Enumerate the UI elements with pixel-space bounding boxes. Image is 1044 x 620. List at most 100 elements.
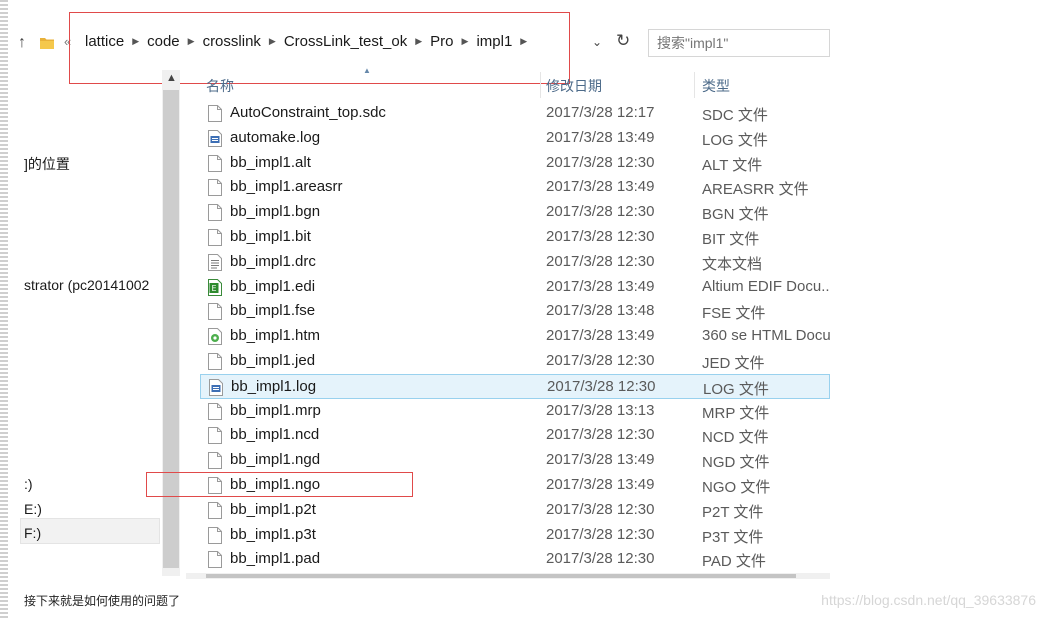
blank-file-icon-graphic xyxy=(208,427,222,445)
file-row[interactable]: bb_impl1.htm 2017/3/28 13:49 360 se HTML D… xyxy=(200,324,830,349)
file-type: AREASRR 文件 xyxy=(702,181,809,199)
up-arrow-icon[interactable]: ↑ xyxy=(18,34,26,52)
text-file-icon xyxy=(208,253,222,271)
blank-file-icon xyxy=(208,204,222,222)
nav-item[interactable]: :) xyxy=(24,476,33,492)
log-file-icon xyxy=(209,378,223,396)
blank-file-icon xyxy=(208,303,222,321)
blank-file-icon-graphic xyxy=(208,105,222,122)
horizontal-scrollbar[interactable] xyxy=(186,573,830,579)
edif-file-icon: E xyxy=(208,278,222,296)
blank-file-icon xyxy=(208,452,222,470)
scroll-up-icon[interactable]: ▲ xyxy=(166,72,177,84)
log-file-icon xyxy=(208,129,222,147)
nav-scrollbar[interactable]: ▲ xyxy=(162,70,180,576)
column-divider[interactable] xyxy=(694,72,695,98)
file-row[interactable]: bb_impl1.p2t 2017/3/28 12:30 P2T 文件 xyxy=(200,498,830,523)
blank-file-icon xyxy=(208,179,222,197)
file-row[interactable]: bb_impl1.alt 2017/3/28 12:30 ALT 文件 xyxy=(200,151,830,176)
file-date: 2017/3/28 13:49 xyxy=(546,128,655,146)
file-row[interactable]: bb_impl1.ngd 2017/3/28 13:49 NGD 文件 xyxy=(200,448,830,473)
blank-file-icon-graphic xyxy=(208,303,222,321)
file-row[interactable]: bb_impl1.mrp 2017/3/28 13:13 MRP 文件 xyxy=(200,399,830,424)
file-date: 2017/3/28 12:17 xyxy=(546,104,655,121)
file-type: 360 se HTML Docu xyxy=(702,327,830,345)
file-row[interactable]: bb_impl1.fse 2017/3/28 13:48 FSE 文件 xyxy=(200,299,830,324)
file-type: 文本文档 xyxy=(702,255,763,273)
scrollbar-thumb[interactable] xyxy=(206,574,796,578)
column-header-modified[interactable]: 修改日期 xyxy=(546,76,602,96)
file-type: JED 文件 xyxy=(702,354,765,372)
log-file-icon-graphic xyxy=(209,378,223,396)
file-type: P3T 文件 xyxy=(702,528,764,546)
blank-file-icon xyxy=(208,501,222,519)
file-type: Altium EDIF Docu... xyxy=(702,277,830,295)
blank-file-icon xyxy=(208,551,222,569)
log-file-icon-graphic xyxy=(208,129,222,147)
nav-item[interactable]: ]的位置 xyxy=(24,154,70,174)
file-date: 2017/3/28 12:30 xyxy=(547,377,656,395)
blank-file-icon-graphic xyxy=(208,204,222,222)
file-row[interactable]: bb_impl1.jed 2017/3/28 12:30 JED 文件 xyxy=(200,349,830,374)
blank-file-icon-graphic xyxy=(208,402,222,420)
file-row[interactable]: bb_impl1.areasrr 2017/3/28 13:49 AREASRR 文… xyxy=(200,175,830,200)
navigation-pane: ]的位置 strator (pc20141002 :) E:) F:) xyxy=(20,70,162,576)
file-name: bb_impl1.bgn xyxy=(230,203,321,221)
file-row[interactable]: bb_impl1.ncd 2017/3/28 12:30 NCD 文件 xyxy=(200,423,830,448)
blank-file-icon-graphic xyxy=(208,154,222,172)
blank-file-icon xyxy=(208,402,222,420)
file-date: 2017/3/28 12:30 xyxy=(546,351,655,369)
file-type: FSE 文件 xyxy=(702,305,766,323)
blank-file-icon xyxy=(208,526,222,544)
column-header-name[interactable]: 名称 xyxy=(206,76,234,96)
file-date: 2017/3/28 12:30 xyxy=(546,500,655,518)
file-date: 2017/3/28 12:30 xyxy=(546,227,655,245)
column-divider[interactable] xyxy=(540,72,541,98)
file-name: bb_impl1.p3t xyxy=(230,525,316,543)
file-list: AutoConstraint_top.sdc 2017/3/28 12:17 SDC… xyxy=(200,101,830,572)
blank-file-icon-graphic xyxy=(208,352,222,370)
nav-item[interactable]: F:) xyxy=(24,525,41,541)
file-row[interactable]: bb_impl1.drc 2017/3/28 12:30 文本文档 xyxy=(200,250,830,275)
file-name: bb_impl1.ncd xyxy=(230,426,320,444)
file-type: NGD 文件 xyxy=(702,454,770,472)
page-left-border xyxy=(0,0,8,620)
column-header-type[interactable]: 类型 xyxy=(702,76,730,96)
watermark: https://blog.csdn.net/qq_39633876 xyxy=(821,592,1036,608)
file-row[interactable]: bb_impl1.bgn 2017/3/28 12:30 BGN 文件 xyxy=(200,200,830,225)
file-row[interactable]: Ebb_impl1.edi 2017/3/28 13:49 Altium EDIF … xyxy=(200,275,830,300)
search-input[interactable] xyxy=(649,30,829,56)
file-type: P2T 文件 xyxy=(702,503,764,521)
file-name: bb_impl1.p2t xyxy=(230,500,316,518)
search-box[interactable] xyxy=(648,29,830,57)
blank-file-icon-graphic xyxy=(208,501,222,519)
file-type: BIT 文件 xyxy=(702,230,760,248)
file-name: bb_impl1.areasrr xyxy=(230,178,343,196)
blank-file-icon-graphic xyxy=(208,228,222,246)
nav-item[interactable]: E:) xyxy=(24,501,42,517)
file-name: bb_impl1.log xyxy=(231,377,317,395)
file-row[interactable]: bb_impl1.pad 2017/3/28 12:30 PAD 文件 xyxy=(200,547,830,572)
file-type: LOG 文件 xyxy=(702,131,768,149)
file-date: 2017/3/28 12:30 xyxy=(546,525,655,543)
chevron-down-icon[interactable]: ⌄ xyxy=(592,35,602,49)
file-row-selected[interactable]: bb_impl1.log 2017/3/28 12:30 LOG 文件 xyxy=(200,373,830,399)
edif-file-icon-graphic: E xyxy=(208,278,222,296)
file-row[interactable]: bb_impl1.p3t 2017/3/28 12:30 P3T 文件 xyxy=(200,523,830,548)
file-row[interactable]: automake.log 2017/3/28 13:49 LOG 文件 xyxy=(200,126,830,151)
file-date: 2017/3/28 13:49 xyxy=(546,277,655,295)
file-type: BGN 文件 xyxy=(702,206,769,224)
blank-file-icon xyxy=(208,154,222,172)
file-date: 2017/3/28 12:30 xyxy=(546,203,655,221)
refresh-icon[interactable]: ↻ xyxy=(616,31,630,51)
file-name: bb_impl1.mrp xyxy=(230,401,321,419)
file-name: bb_impl1.alt xyxy=(230,153,311,171)
file-type: NCD 文件 xyxy=(702,429,769,447)
file-type: SDC 文件 xyxy=(702,107,768,124)
nav-item[interactable]: strator (pc20141002 xyxy=(24,277,149,293)
file-row[interactable]: AutoConstraint_top.sdc 2017/3/28 12:17 SDC… xyxy=(200,101,830,126)
file-name: AutoConstraint_top.sdc xyxy=(230,104,386,121)
html-file-icon xyxy=(208,328,222,346)
blank-file-icon xyxy=(208,352,222,370)
file-row[interactable]: bb_impl1.bit 2017/3/28 12:30 BIT 文件 xyxy=(200,225,830,250)
